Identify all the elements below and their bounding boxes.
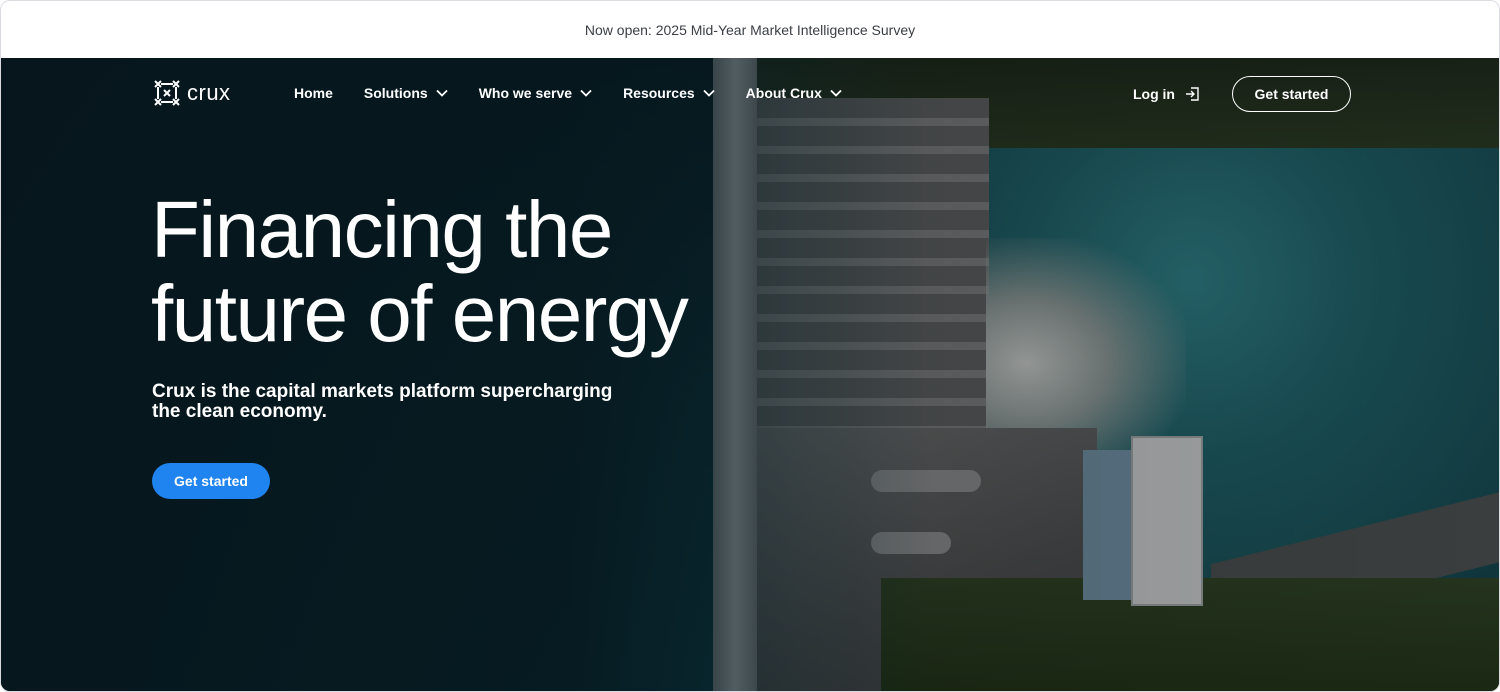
- logo[interactable]: crux: [151, 76, 231, 110]
- chevron-down-icon: [436, 89, 448, 97]
- nav-get-started-button[interactable]: Get started: [1232, 76, 1351, 112]
- headline-line-2: future of energy: [151, 269, 689, 358]
- nav-item-who-we-serve[interactable]: Who we serve: [479, 85, 592, 101]
- login-icon: [1186, 87, 1199, 101]
- nav-item-resources[interactable]: Resources: [623, 85, 715, 101]
- login-label: Log in: [1133, 86, 1175, 102]
- main-menu: Home Solutions Who we serve Resources Ab…: [294, 82, 873, 104]
- nav-item-about-crux[interactable]: About Crux: [746, 85, 842, 101]
- top-nav: crux Home Solutions Who we serve Resourc…: [1, 58, 1499, 128]
- announcement-bar[interactable]: Now open: 2025 Mid-Year Market Intellige…: [1, 1, 1499, 58]
- nav-item-label: Solutions: [363, 85, 428, 101]
- chevron-down-icon: [830, 89, 842, 97]
- browser-page: Now open: 2025 Mid-Year Market Intellige…: [0, 0, 1500, 692]
- nav-item-label: Who we serve: [478, 85, 573, 101]
- announcement-text[interactable]: Now open: 2025 Mid-Year Market Intellige…: [585, 22, 915, 38]
- logo-wordmark: crux: [187, 80, 231, 105]
- headline-line-1: Financing the: [151, 185, 613, 274]
- hero-section: crux Home Solutions Who we serve Resourc…: [1, 58, 1499, 691]
- crux-logo-icon: [154, 80, 180, 106]
- hero-background-image: [1, 58, 1499, 691]
- hero-headline: Financing the future of energy: [151, 188, 751, 356]
- login-link[interactable]: Log in: [1133, 83, 1201, 105]
- nav-item-label: Resources: [623, 85, 695, 101]
- chevron-down-icon: [703, 89, 715, 97]
- nav-item-home[interactable]: Home: [294, 85, 333, 101]
- hero-get-started-button[interactable]: Get started: [152, 463, 270, 499]
- nav-item-label: About Crux: [745, 85, 822, 101]
- chevron-down-icon: [580, 89, 592, 97]
- bg-dark-overlay: [1, 58, 1499, 691]
- nav-item-solutions[interactable]: Solutions: [364, 85, 448, 101]
- nav-item-label: Home: [294, 85, 333, 101]
- hero-subheading: Crux is the capital markets platform sup…: [152, 381, 613, 422]
